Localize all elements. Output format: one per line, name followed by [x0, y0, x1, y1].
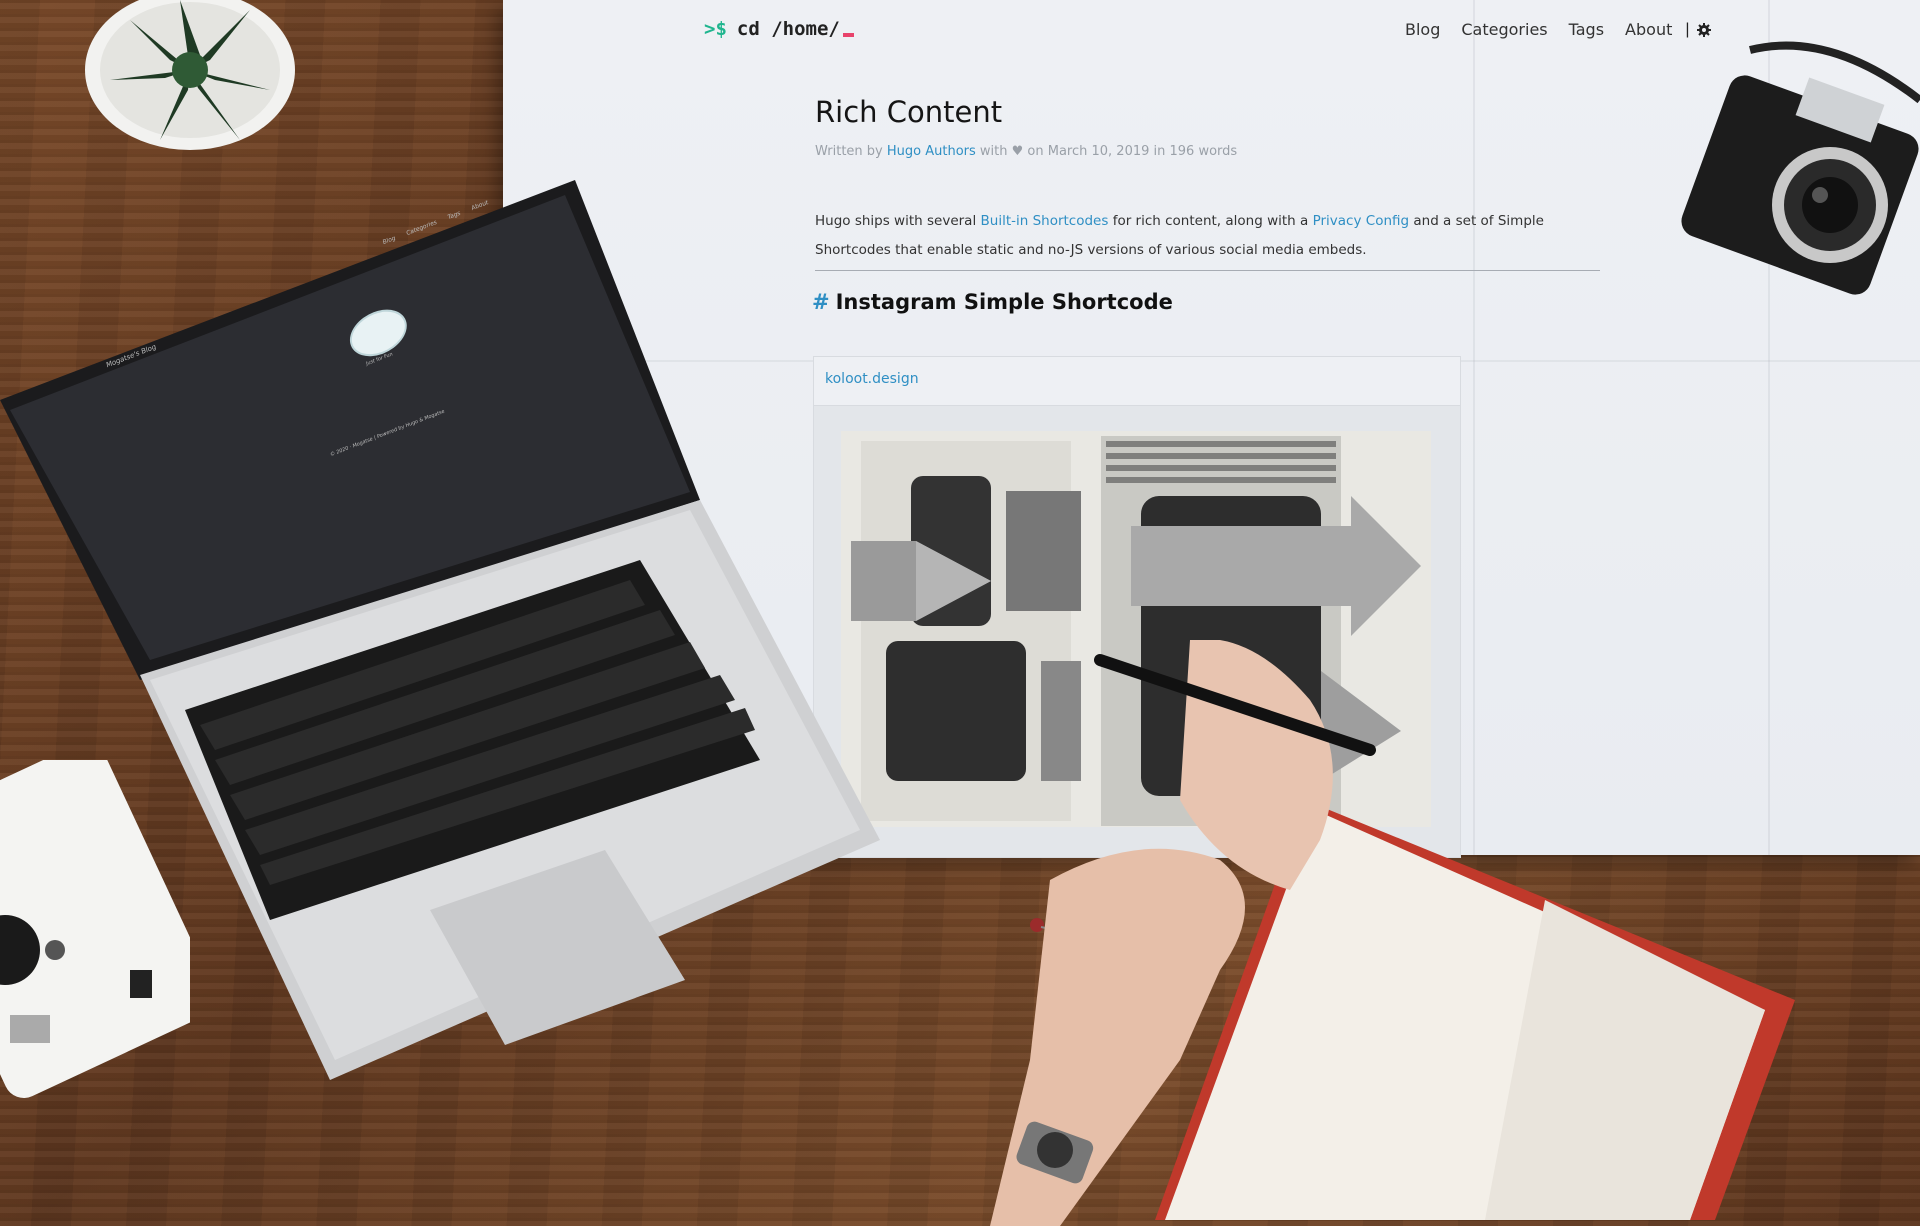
- laptop-nav: Blog Categories Tags About: [382, 199, 489, 246]
- hands-writing-image: [990, 640, 1376, 1226]
- laptop-nav-about: About: [470, 198, 489, 213]
- brand-path: cd /home/: [736, 18, 840, 40]
- nav-about[interactable]: About: [1625, 20, 1672, 39]
- meta-prefix: Written by: [815, 144, 887, 159]
- privacy-config-link[interactable]: Privacy Config: [1313, 213, 1409, 229]
- post-title: Rich Content: [815, 95, 1003, 129]
- nav-tags[interactable]: Tags: [1569, 20, 1604, 39]
- laptop-nav-blog: Blog: [382, 234, 397, 247]
- laptop-blog-title: Mogatse's Blog: [105, 342, 157, 370]
- nav-separator: |: [1685, 20, 1690, 38]
- divider: [815, 270, 1600, 271]
- post-meta: Written by Hugo Authors with ♥ on March …: [815, 144, 1237, 159]
- main-nav: Blog Categories Tags About |: [1405, 20, 1711, 39]
- meta-suffix: with ♥ on March 10, 2019 in 196 words: [975, 144, 1238, 159]
- cursor-icon: [842, 33, 854, 37]
- theme-toggle-icon[interactable]: [1696, 22, 1711, 37]
- laptop-nav-tags: Tags: [447, 209, 462, 222]
- site-brand[interactable]: >$ cd /home/: [704, 18, 854, 40]
- nav-blog[interactable]: Blog: [1405, 20, 1440, 39]
- laptop-avatar: [345, 301, 412, 365]
- laptop-nav-categories: Categories: [405, 218, 438, 238]
- builtin-shortcodes-link[interactable]: Built-in Shortcodes: [981, 213, 1109, 229]
- post-intro: Hugo ships with several Built-in Shortco…: [815, 207, 1605, 265]
- nav-categories[interactable]: Categories: [1461, 20, 1547, 39]
- prompt-symbol: >$: [704, 18, 727, 40]
- camera-image: [1681, 41, 1920, 295]
- author-link[interactable]: Hugo Authors: [887, 144, 976, 159]
- intro-text-2: for rich content, along with a: [1108, 213, 1313, 229]
